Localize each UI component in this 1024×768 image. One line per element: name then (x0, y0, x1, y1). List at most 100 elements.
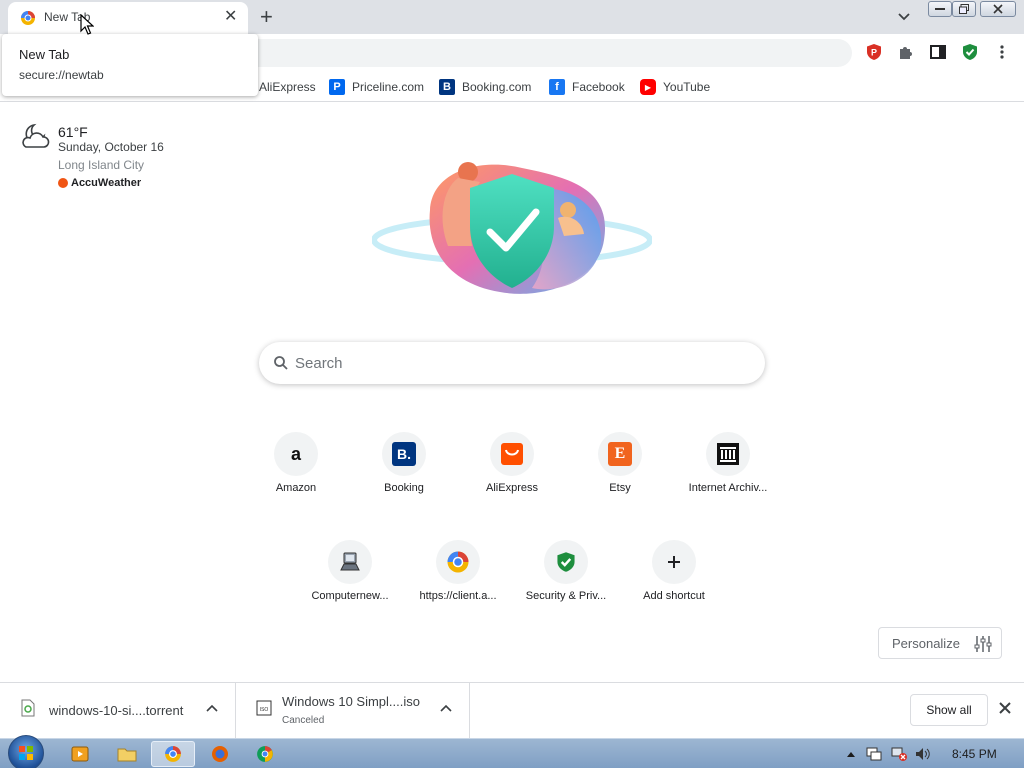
window-close-button[interactable] (980, 1, 1016, 17)
close-icon[interactable] (998, 701, 1012, 715)
puzzle-extensions-icon[interactable] (897, 43, 915, 61)
shortcut-label: Add shortcut (643, 590, 705, 602)
bookmark-label: Booking.com (462, 80, 532, 94)
shortcut-icon-bg: a (274, 432, 318, 476)
folder-icon (117, 748, 137, 762)
weather-city: Long Island City (58, 158, 145, 172)
shortcut-booking[interactable]: B. Booking (352, 430, 456, 526)
shortcut-label: Booking (384, 482, 424, 494)
chevron-up-icon[interactable] (206, 703, 218, 713)
mouse-cursor-icon (80, 14, 94, 35)
shortcut-label: Internet Archiv... (688, 482, 768, 494)
weather-date: Sunday, October 16 (58, 140, 164, 154)
show-all-button[interactable]: Show all (910, 694, 988, 726)
close-icon (993, 4, 1003, 14)
booking-icon: B. (392, 442, 416, 466)
bookmark-priceline[interactable]: P Priceline.com (329, 78, 424, 96)
minimize-button[interactable] (928, 1, 952, 17)
bookmark-facebook[interactable]: f Facebook (549, 78, 625, 96)
taskbar-browser-active[interactable] (151, 741, 195, 767)
facebook-icon: f (549, 79, 565, 95)
youtube-icon: ▶ (640, 79, 656, 95)
shortcut-security-privacy[interactable]: Security & Priv... (514, 538, 618, 634)
search-input[interactable] (295, 352, 735, 374)
restore-button[interactable] (952, 1, 976, 17)
shortcut-icon-bg (544, 540, 588, 584)
taskbar-firefox[interactable] (198, 741, 242, 767)
booking-icon: B (439, 79, 455, 95)
tab-new-tab[interactable]: New Tab ✕ (8, 2, 248, 34)
bookmark-booking[interactable]: B Booking.com (439, 78, 531, 96)
priceline-icon: P (329, 79, 345, 95)
chevron-down-icon[interactable] (896, 8, 912, 24)
sliders-icon (974, 636, 992, 652)
shortcut-label: https://client.a... (419, 590, 497, 602)
shortcut-label: Amazon (275, 482, 317, 494)
volume-icon[interactable] (915, 747, 931, 761)
shortcut-icon-bg: B. (382, 432, 426, 476)
security-shield-icon[interactable] (961, 43, 979, 61)
weather-provider: AccuWeather (71, 177, 142, 189)
shortcut-label: Computernew... (311, 590, 389, 602)
taskbar: 8:45 PM (0, 735, 1024, 768)
shortcut-label: Etsy (609, 482, 631, 494)
bookmark-youtube[interactable]: ▶ YouTube (640, 78, 710, 96)
weather-temperature: 61°F (58, 124, 88, 140)
aliexpress-icon (501, 443, 523, 465)
new-tab-button[interactable]: + (260, 4, 273, 30)
iso-file-icon: ISO (256, 700, 272, 716)
shield-p-extension-icon[interactable]: P (865, 43, 883, 61)
taskbar-explorer[interactable] (105, 741, 149, 767)
internet-archive-icon (717, 443, 739, 465)
action-center-icon[interactable] (866, 747, 882, 761)
browser-window: New Tab ✕ + g P (0, 0, 1024, 768)
shortcut-icon-bg (328, 540, 372, 584)
svg-text:ISO: ISO (260, 707, 269, 713)
shortcut-amazon[interactable]: a Amazon (244, 430, 348, 526)
shortcut-icon-bg (490, 432, 534, 476)
security-hero-illustration (372, 162, 652, 294)
security-shield-icon (557, 552, 575, 572)
add-shortcut-button[interactable]: Add shortcut (622, 538, 726, 634)
shortcut-client[interactable]: https://client.a... (406, 538, 510, 634)
taskbar-media-player[interactable] (58, 741, 102, 767)
personalize-button[interactable]: Personalize (878, 627, 1002, 659)
search-box[interactable] (259, 342, 765, 384)
firefox-icon (212, 746, 228, 762)
shortcut-etsy[interactable]: E Etsy (568, 430, 672, 526)
tray-expand-icon[interactable] (846, 750, 856, 758)
accuweather-logo[interactable]: AccuWeather (58, 177, 141, 189)
side-panel-icon[interactable] (929, 43, 947, 61)
tab-tooltip: New Tab secure://newtab (2, 34, 258, 96)
taskbar-clock[interactable]: 8:45 PM (952, 747, 997, 761)
browser-logo-icon (165, 746, 181, 762)
tab-close-icon[interactable]: ✕ (224, 8, 237, 26)
amazon-icon: a (290, 443, 301, 464)
shortcut-label: AliExpress (486, 482, 538, 494)
restore-icon (959, 4, 969, 14)
shortcut-computernewage[interactable]: Computernew... (298, 538, 402, 634)
download-item[interactable]: windows-10-si....torrent (0, 683, 236, 739)
download-item[interactable]: ISO Windows 10 Simpl....iso Canceled (236, 683, 470, 739)
start-button[interactable] (8, 735, 44, 768)
torrent-file-icon (21, 699, 35, 717)
download-filename: Windows 10 Simpl....iso (282, 694, 420, 709)
chrome-icon (257, 746, 273, 762)
search-icon (274, 356, 288, 370)
bookmark-label: Priceline.com (352, 80, 425, 94)
shortcut-aliexpress[interactable]: AliExpress (460, 430, 564, 526)
tooltip-url: secure://newtab (19, 68, 104, 82)
bookmark-aliexpress[interactable]: AliExpress (259, 78, 316, 96)
tab-strip: New Tab ✕ + (0, 0, 1024, 34)
chevron-up-icon[interactable] (440, 703, 452, 713)
media-player-icon (71, 746, 89, 762)
etsy-icon: E (608, 442, 632, 466)
accuweather-icon (58, 178, 68, 188)
shortcut-internet-archive[interactable]: Internet Archiv... (676, 430, 780, 526)
plus-icon (668, 556, 680, 568)
kebab-menu-icon[interactable] (993, 43, 1011, 61)
windows-logo-icon (19, 746, 33, 760)
taskbar-chrome[interactable] (243, 741, 287, 767)
download-shelf: windows-10-si....torrent ISO Windows 10 … (0, 682, 1024, 739)
network-error-icon[interactable] (891, 747, 907, 761)
